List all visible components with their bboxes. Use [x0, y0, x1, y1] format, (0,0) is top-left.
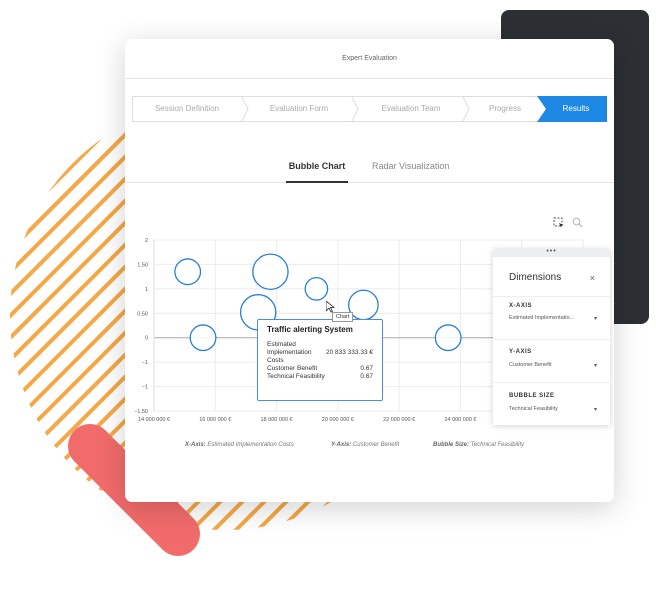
bubble-point[interactable]	[434, 324, 462, 352]
x-tick-label: 24 000 000 €	[444, 417, 476, 423]
view-tabs: Bubble Chart Radar Visualization	[125, 157, 614, 183]
cursor-tooltip: Chart	[332, 312, 354, 322]
chart-tooltip: Traffic alerting System Estimated Implem…	[257, 319, 383, 401]
workflow-steps: Session Definition Evaluation Form Evalu…	[132, 96, 607, 122]
drag-handle[interactable]: •••	[493, 248, 610, 257]
bubble-size-label: BUBBLE SIZE	[509, 393, 555, 399]
tooltip-title: Traffic alerting System	[267, 325, 353, 334]
tab-radar-visualization[interactable]: Radar Visualization	[372, 161, 449, 183]
step-progress[interactable]: Progress	[471, 97, 539, 121]
x-tick-label: 18 000 000 €	[261, 417, 293, 423]
y-tick-label: −1	[142, 385, 148, 391]
x-axis-legend: X-Axis: Estimated Implementation Costs	[185, 442, 294, 448]
tooltip-row: Estimated Implementation Costs 20 833 33…	[267, 341, 373, 364]
bubble-point[interactable]	[304, 277, 329, 301]
bubble-size-section: BUBBLE SIZE Technical Feasibility ▾	[493, 382, 610, 425]
y-axis-section: Y-AXIS Customer Benefit ▾	[493, 339, 610, 382]
y-axis-legend: Y-Axis: Customer Benefit	[331, 442, 400, 448]
panel-title: Dimensions	[509, 272, 562, 283]
x-axis-section: X-AXIS Estimated Implementatio... ▾	[493, 296, 610, 339]
x-tick-label: 22 000 000 €	[383, 417, 415, 423]
x-tick-label: 20 000 000 €	[322, 417, 354, 423]
bubble-point[interactable]	[189, 324, 217, 352]
tooltip-row: Technical Feasibility 0.67	[267, 373, 373, 380]
y-tick-label: 0.50	[137, 311, 148, 317]
tooltip-row: Customer Benefit 0.67	[267, 365, 373, 372]
y-tick-label: 0	[145, 336, 148, 342]
step-separator	[462, 97, 470, 121]
box-select-icon[interactable]	[553, 217, 564, 228]
x-tick-label: 14 000 000 €	[138, 417, 170, 423]
chevron-down-icon: ▾	[593, 316, 597, 322]
x-tick-label: 16 000 000 €	[199, 417, 231, 423]
bubble-size-legend: Bubble Size: Technical Feasibility	[433, 442, 525, 448]
y-tick-label: 2	[145, 238, 148, 244]
bubble-size-select[interactable]: Technical Feasibility ▾	[509, 406, 597, 413]
step-separator	[241, 97, 249, 121]
y-tick-label: −1.50	[134, 409, 148, 415]
y-tick-label: 1	[145, 287, 148, 293]
x-axis-select[interactable]: Estimated Implementatio... ▾	[509, 315, 597, 322]
close-icon[interactable]: ×	[590, 273, 595, 283]
app-window: Expert Evaluation Session Definition Eva…	[125, 39, 614, 502]
x-axis-label: X-AXIS	[509, 303, 533, 309]
step-session-definition[interactable]: Session Definition	[133, 97, 241, 121]
tab-bubble-chart[interactable]: Bubble Chart	[286, 161, 348, 183]
chevron-down-icon: ▾	[593, 407, 597, 413]
y-tick-label: 1.50	[137, 262, 148, 268]
dimensions-panel: ••• Dimensions × X-AXIS Estimated Implem…	[493, 248, 610, 425]
step-evaluation-form[interactable]: Evaluation Form	[249, 97, 349, 121]
y-axis-select[interactable]: Customer Benefit ▾	[509, 362, 597, 369]
bubble-point[interactable]	[252, 253, 289, 291]
window-title: Expert Evaluation	[125, 39, 614, 79]
step-evaluation-team[interactable]: Evaluation Team	[361, 97, 461, 121]
step-results[interactable]: Results	[537, 96, 607, 122]
y-axis-label: Y-AXIS	[509, 349, 532, 355]
step-separator	[351, 97, 359, 121]
chevron-down-icon: ▾	[593, 363, 597, 369]
magnifier-icon[interactable]	[572, 217, 583, 228]
bubble-point[interactable]	[174, 258, 202, 286]
y-tick-label: −1	[142, 360, 148, 366]
